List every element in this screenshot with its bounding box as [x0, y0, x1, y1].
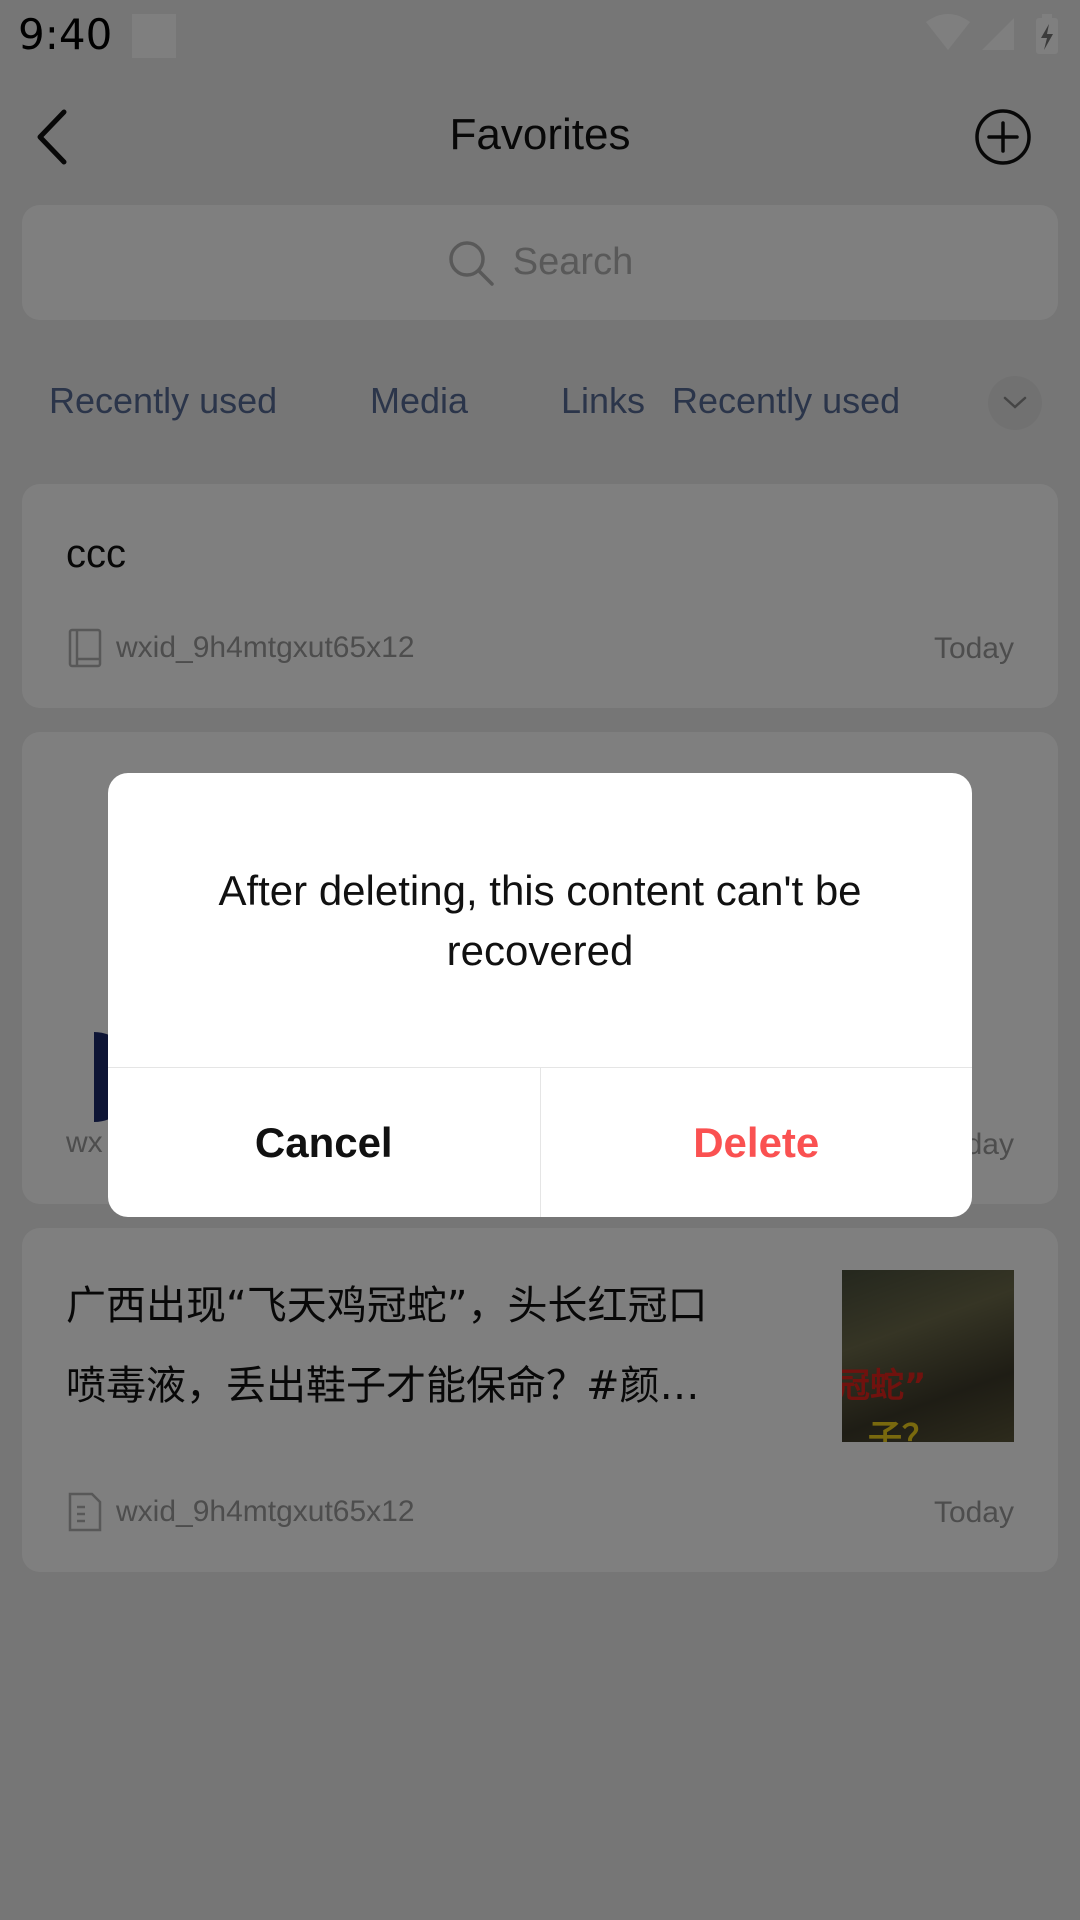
dialog-buttons: Cancel Delete [108, 1067, 972, 1217]
delete-confirmation-dialog: After deleting, this content can't be re… [108, 773, 972, 1217]
favorites-screen: 9:40 Favorites Search [0, 0, 1080, 1920]
dialog-message: After deleting, this content can't be re… [148, 861, 932, 981]
delete-button[interactable]: Delete [541, 1068, 973, 1217]
cancel-button[interactable]: Cancel [108, 1068, 541, 1217]
dialog-message-line2: recovered [446, 927, 634, 974]
dialog-message-line1: After deleting, this content can't be [218, 867, 862, 914]
